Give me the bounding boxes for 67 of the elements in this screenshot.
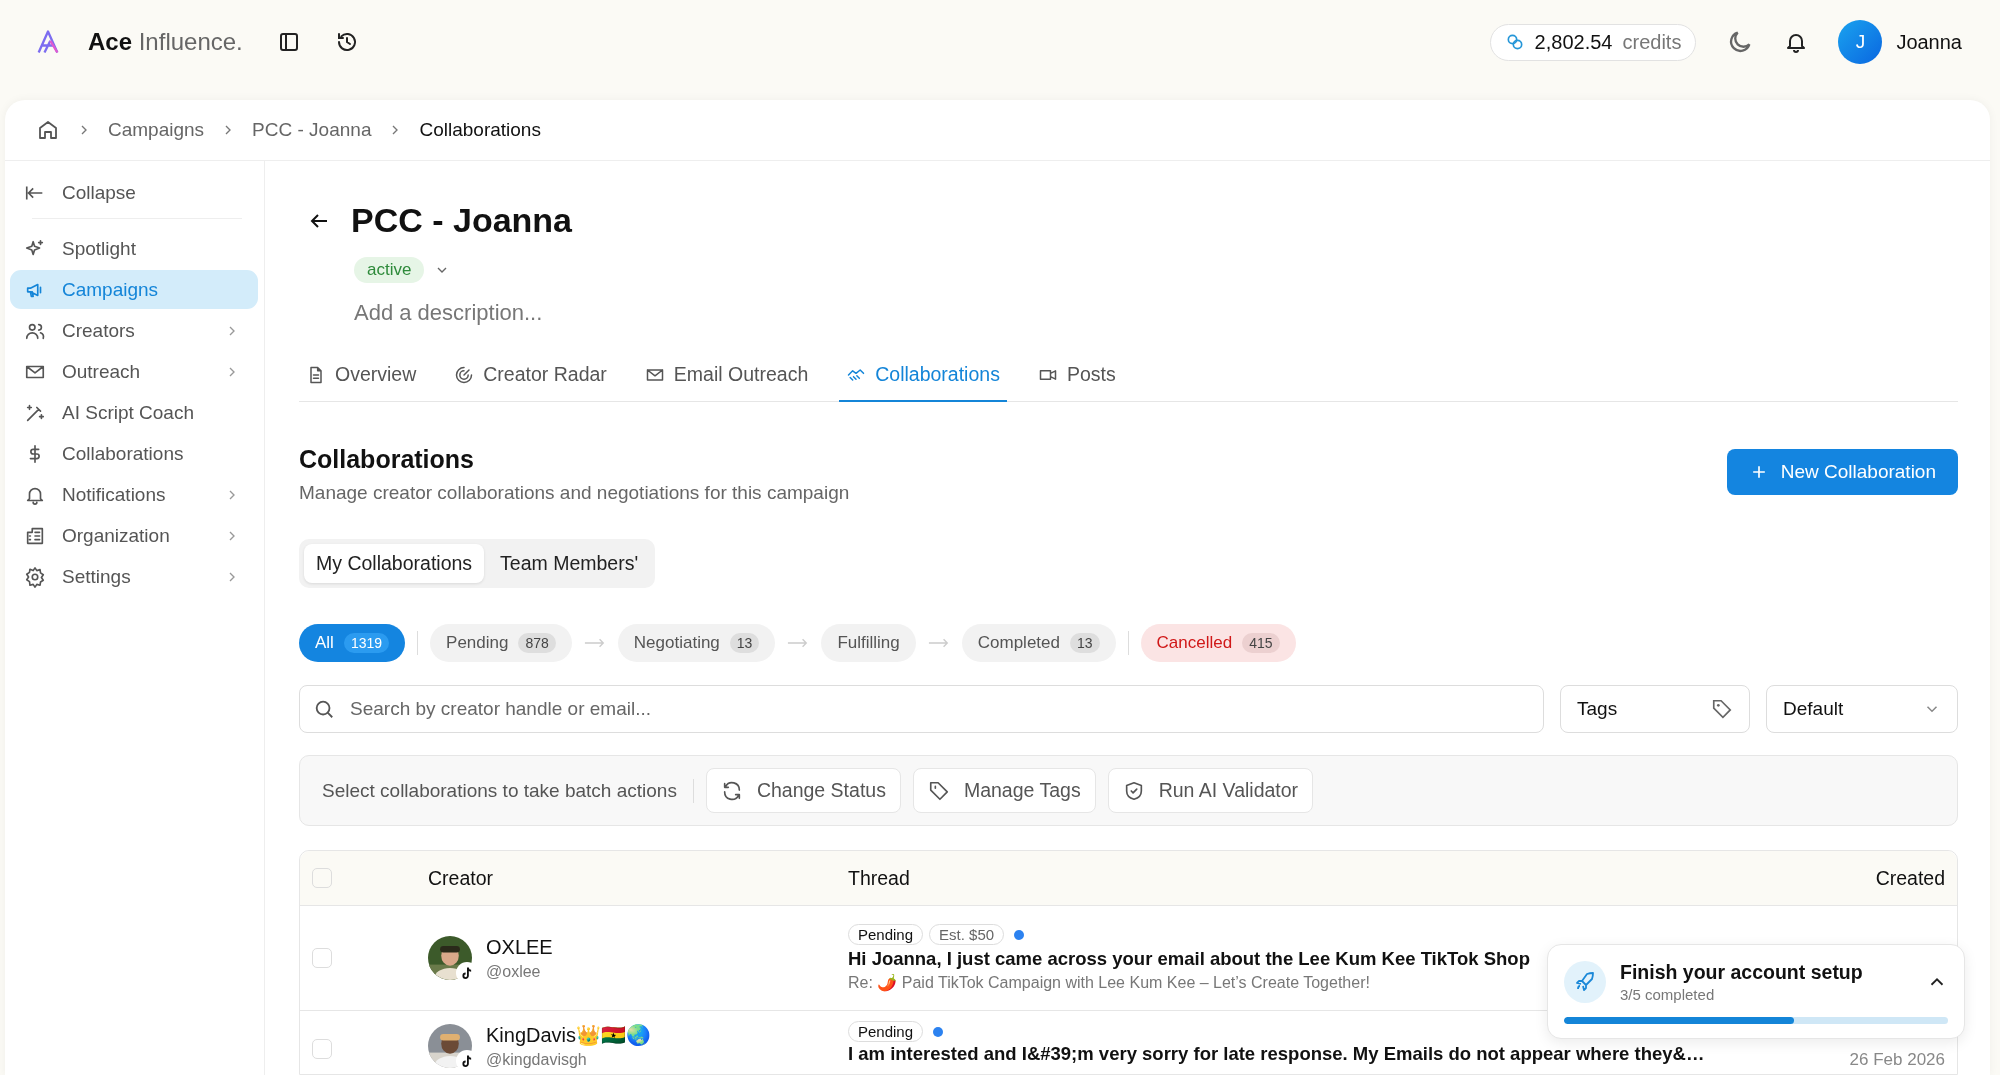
user-avatar[interactable]: J [1838,20,1883,64]
search-icon [313,698,335,720]
thread-subject: Re: 🌶 Paid TikTok Campaign with Lee Kum Kee – Let’s Create Together! [848,973,1370,992]
sidebar-item[interactable]: Outreach [10,352,258,391]
select-all-checkbox[interactable] [312,868,332,888]
creator-handle: @oxlee [486,962,542,981]
filter-chip[interactable]: Cancelled 415 [1140,624,1296,662]
creator-name[interactable]: OXLEE [486,935,553,959]
tab[interactable]: Email Outreach [637,351,816,402]
tab[interactable]: Collaborations [839,351,1007,402]
section-subtitle: Manage creator collaborations and negotiations for this campaign [299,482,850,504]
segment-tab[interactable]: Team Members' [488,544,651,583]
collapse-button[interactable]: Collapse [10,173,258,212]
sidebar-item[interactable]: Settings [10,557,258,596]
setup-progress-text: 3/5 completed [1620,986,1716,1003]
breadcrumb-link[interactable]: PCC - Joanna [252,119,372,141]
search-field[interactable]: Search by creator handle or email... [299,685,1544,733]
batch-action-button[interactable]: Manage Tags [912,768,1096,813]
rocket-icon [1564,961,1606,1003]
sidebar-item[interactable]: Collaborations [10,434,258,473]
thread-title[interactable]: I am interested and I&#39;m very sorry for late response. My Emails do not appear where they&… [848,1043,1705,1065]
batch-action-button[interactable]: Run AI Validator [1107,768,1314,813]
filter-chip[interactable]: Completed 13 [961,624,1116,662]
filter-chip[interactable]: Negotiating 13 [617,624,776,662]
breadcrumb-link[interactable]: Campaigns [108,119,205,141]
credits-value: 2,802.54 [1534,30,1613,54]
row-checkbox[interactable] [312,948,332,968]
campaign-title: PCC - Joanna [351,201,573,240]
batch-action-button[interactable]: Change Status [705,768,901,813]
row-checkbox[interactable] [312,1039,332,1059]
user-name[interactable]: Joanna [1896,30,1962,54]
filter-chip[interactable]: Fulfilling [821,624,916,662]
credits-label: credits [1622,30,1682,54]
sidebar-item[interactable]: Notifications [10,475,258,514]
sidebar-item[interactable]: Spotlight [10,229,258,268]
home-icon[interactable] [36,118,60,142]
column-header: Thread [848,866,911,890]
column-header: Creator [428,866,495,890]
tab[interactable]: Creator Radar [447,351,614,402]
sidebar-item[interactable]: Organization [10,516,258,555]
sidebar-item[interactable]: Creators [10,311,258,350]
tags-dropdown[interactable]: Tags [1560,685,1750,733]
tab[interactable]: Posts [1030,351,1123,402]
sort-dropdown[interactable]: Default [1766,685,1958,733]
coins-icon [1504,32,1525,52]
credits-badge[interactable]: 2,802.54 credits [1489,23,1697,61]
thread-title[interactable]: Hi Joanna, I just came across your email about the Lee Kum Kee TikTok Shop [848,948,1530,970]
action-icon [927,779,950,802]
tag-icon [1711,698,1733,720]
nav-icon [24,565,46,588]
new-collaboration-button[interactable]: New Collaboration [1726,449,1958,495]
batch-hint: Select collaborations to take batch actions [322,779,677,802]
setup-title: Finish your account setup [1620,961,1864,984]
creator-name[interactable]: KingDavis👑🇬🇭🌏 [486,1023,652,1047]
filter-chip[interactable]: Pending 878 [430,624,572,662]
filter-chip[interactable]: All 1319 [299,624,406,662]
creator-handle: @kingdavisgh [486,1051,588,1069]
segment-tab[interactable]: My Collaborations [304,544,485,583]
breadcrumb-link[interactable]: Collaborations [419,119,541,141]
tab-icon [454,364,475,385]
status-badge[interactable]: active [354,257,425,283]
column-header: Created [1874,866,1946,890]
sidebar-item[interactable]: AI Script Coach [10,393,258,432]
brand-name: Ace Influence. [88,28,243,56]
created-date: 26 Feb 2026 [1848,1050,1946,1070]
tab[interactable]: Overview [299,351,424,402]
section-title: Collaborations [299,445,475,474]
